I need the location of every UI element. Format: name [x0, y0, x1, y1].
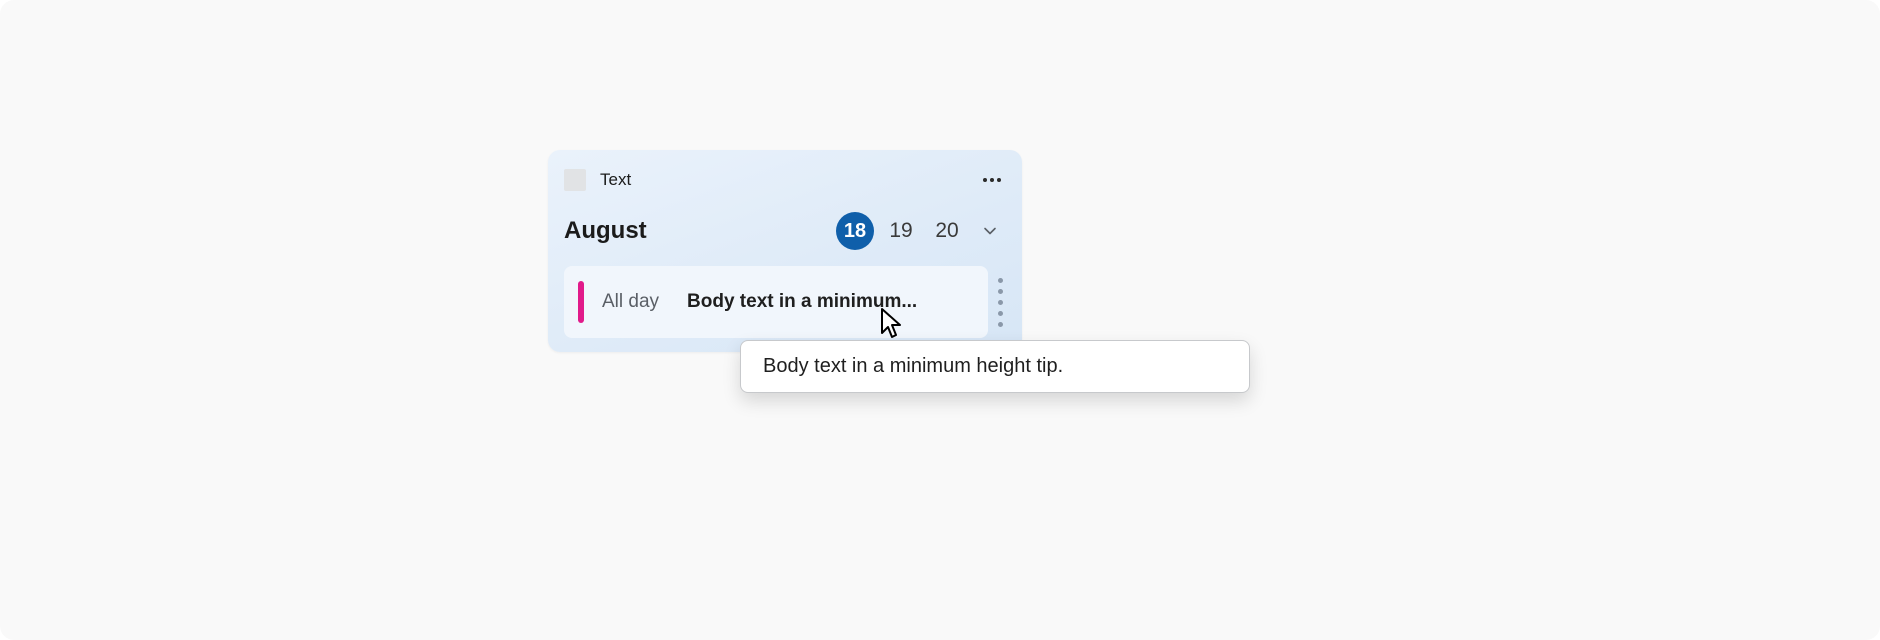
stage: Text August 18 19 20 All day Body te	[0, 0, 1880, 640]
grip-dot-icon	[998, 289, 1003, 294]
event-accent-bar	[578, 281, 584, 323]
expand-days-button[interactable]	[974, 215, 1006, 247]
day-option[interactable]: 20	[928, 212, 966, 250]
ellipsis-icon	[983, 178, 1001, 182]
tooltip-text: Body text in a minimum height tip.	[763, 355, 1063, 377]
grip-dot-icon	[998, 311, 1003, 316]
grip-dot-icon	[998, 278, 1003, 283]
grip-dot-icon	[998, 300, 1003, 305]
event-row[interactable]: All day Body text in a minimum...	[564, 266, 988, 338]
tooltip: Body text in a minimum height tip.	[740, 340, 1250, 393]
month-selector-row: August 18 19 20	[564, 212, 1006, 250]
day-selected[interactable]: 18	[836, 212, 874, 250]
grip-dot-icon	[998, 322, 1003, 327]
event-time-label: All day	[602, 291, 659, 313]
event-title: Body text in a minimum...	[687, 291, 972, 313]
day-option[interactable]: 19	[882, 212, 920, 250]
widget-header: Text	[564, 166, 1006, 194]
more-options-button[interactable]	[978, 166, 1006, 194]
app-icon-placeholder	[564, 169, 586, 191]
resize-handle[interactable]	[994, 266, 1006, 338]
month-label: August	[564, 217, 828, 245]
event-area: All day Body text in a minimum...	[564, 266, 1006, 338]
widget-title: Text	[600, 170, 978, 190]
chevron-down-icon	[982, 223, 998, 239]
calendar-widget: Text August 18 19 20 All day Body te	[548, 150, 1022, 352]
